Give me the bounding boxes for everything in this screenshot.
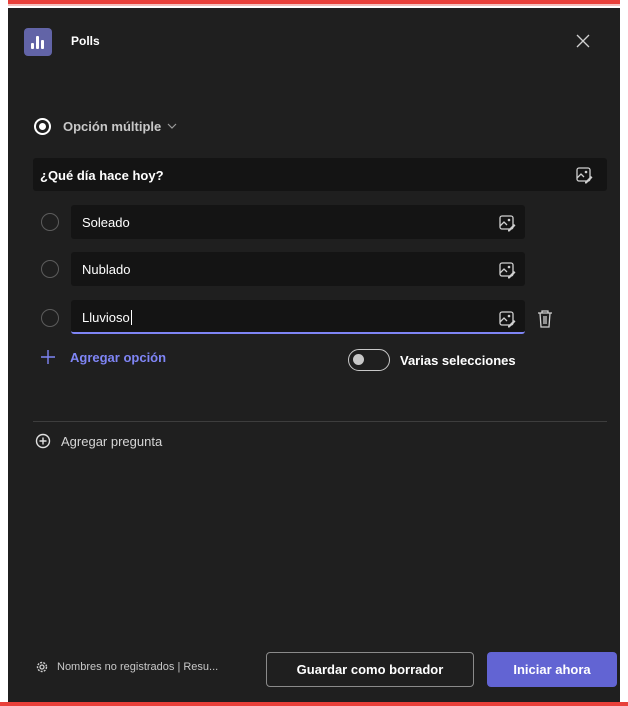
option-radio[interactable] (41, 213, 59, 231)
add-image-icon[interactable] (498, 310, 516, 328)
add-option-label: Agregar opción (70, 349, 167, 365)
start-now-button[interactable]: Iniciar ahora (487, 652, 617, 687)
poll-settings-button[interactable]: Nombres no registrados | Resu... (35, 660, 257, 674)
question-text: ¿Qué día hace hoy? (40, 168, 164, 183)
add-option-button[interactable]: Agregar opción (40, 349, 166, 365)
multiple-select-toggle[interactable] (348, 349, 390, 371)
plus-icon (41, 350, 55, 364)
add-circle-icon (35, 433, 51, 449)
option-radio[interactable] (41, 309, 59, 327)
close-button[interactable] (572, 30, 594, 52)
settings-label: Nombres no registrados | Resu... (57, 661, 219, 673)
add-image-icon[interactable] (575, 166, 593, 184)
window-bottom-edge (0, 702, 628, 706)
add-image-icon[interactable] (498, 214, 516, 232)
option-input[interactable]: Nublado (71, 252, 525, 286)
option-text-wrap: Lluvioso (82, 310, 132, 325)
option-input-active[interactable]: Lluvioso (71, 300, 525, 334)
text-caret (130, 310, 132, 325)
option-radio[interactable] (41, 260, 59, 278)
question-type-label: Opción múltiple (63, 118, 162, 134)
close-icon (576, 34, 590, 48)
window-right-edge (620, 0, 628, 706)
radio-selected-icon (34, 117, 51, 135)
chevron-down-icon (167, 123, 177, 129)
multiple-select-label: Varias selecciones (400, 353, 516, 368)
gear-icon (36, 661, 48, 673)
window-top-edge-shadow (0, 4, 628, 6)
trash-icon[interactable] (536, 309, 554, 329)
question-input[interactable]: ¿Qué día hace hoy? (33, 158, 607, 191)
window-left-edge (0, 0, 8, 706)
add-question-button[interactable]: Agregar pregunta (35, 433, 162, 449)
bar-chart-icon (24, 28, 52, 56)
add-question-label: Agregar pregunta (61, 433, 163, 449)
option-input[interactable]: Soleado (71, 205, 525, 239)
question-type-dropdown[interactable]: Opción múltiple (34, 116, 177, 136)
option-text: Nublado (82, 262, 131, 277)
section-divider (33, 421, 607, 422)
option-text: Lluvioso (82, 310, 130, 325)
app-title: Polls (71, 34, 100, 48)
option-text: Soleado (82, 215, 130, 230)
save-draft-button[interactable]: Guardar como borrador (266, 652, 474, 687)
add-image-icon[interactable] (498, 261, 516, 279)
